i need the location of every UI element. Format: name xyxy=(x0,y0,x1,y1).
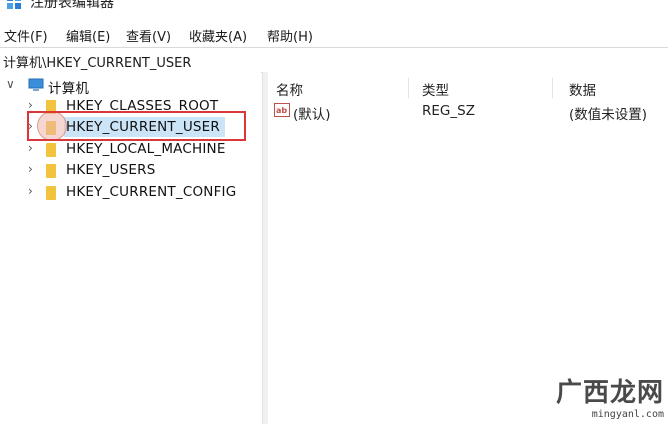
folder-icon xyxy=(46,143,56,157)
watermark-brand: 广西龙网 xyxy=(555,378,664,408)
column-header-name[interactable]: 名称 xyxy=(276,79,303,99)
folder-icon xyxy=(46,186,56,200)
menu-edit[interactable]: 编辑(E) xyxy=(66,26,110,45)
tree-item-label: HKEY_USERS xyxy=(66,162,156,178)
computer-icon xyxy=(28,78,44,91)
value-name[interactable]: (默认) xyxy=(293,103,331,123)
title-bar: 注册表编辑器 xyxy=(0,0,668,20)
menu-view[interactable]: 查看(V) xyxy=(126,26,171,45)
tree-item-label: HKEY_CURRENT_CONFIG xyxy=(66,184,237,200)
value-data: (数值未设置) xyxy=(569,107,648,123)
address-bar[interactable]: 计算机\HKEY_CURRENT_USER xyxy=(0,47,668,73)
tree-item-local-machine[interactable]: › HKEY_LOCAL_MACHINE xyxy=(28,140,248,160)
chevron-down-icon[interactable]: ∨ xyxy=(6,77,15,91)
chevron-right-icon[interactable]: › xyxy=(28,184,33,198)
tree-item-label: HKEY_LOCAL_MACHINE xyxy=(66,141,226,157)
tree-root-computer[interactable]: ∨ 计算机 xyxy=(6,76,246,97)
tree-item-users[interactable]: › HKEY_USERS xyxy=(28,161,248,181)
chevron-right-icon[interactable]: › xyxy=(28,162,33,176)
column-divider[interactable] xyxy=(552,78,553,98)
menu-bar: 文件(F) 编辑(E) 查看(V) 收藏夹(A) 帮助(H) xyxy=(0,22,668,46)
value-type: REG_SZ xyxy=(422,103,475,119)
menu-favorites[interactable]: 收藏夹(A) xyxy=(189,26,247,45)
column-header-type[interactable]: 类型 xyxy=(422,79,449,99)
watermark: 广西龙网 mingyanl.com xyxy=(556,372,664,420)
address-path[interactable]: 计算机\HKEY_CURRENT_USER xyxy=(3,52,191,71)
string-value-icon: ab xyxy=(274,103,290,117)
column-divider[interactable] xyxy=(408,78,409,98)
window-title: 注册表编辑器 xyxy=(30,0,114,11)
chevron-right-icon[interactable]: › xyxy=(28,141,33,155)
regedit-app-icon xyxy=(7,0,21,9)
folder-icon xyxy=(46,164,56,178)
tree-root-label: 计算机 xyxy=(48,81,90,97)
svg-text:ab: ab xyxy=(276,106,287,115)
watermark-url: mingyanl.com xyxy=(591,409,664,420)
tree-item-current-config[interactable]: › HKEY_CURRENT_CONFIG xyxy=(28,183,258,203)
column-header-data[interactable]: 数据 xyxy=(569,79,596,99)
chevron-right-icon[interactable]: › xyxy=(28,98,33,112)
menu-help[interactable]: 帮助(H) xyxy=(267,26,313,45)
annotation-highlight-box xyxy=(27,111,246,141)
menu-file[interactable]: 文件(F) xyxy=(4,26,48,45)
